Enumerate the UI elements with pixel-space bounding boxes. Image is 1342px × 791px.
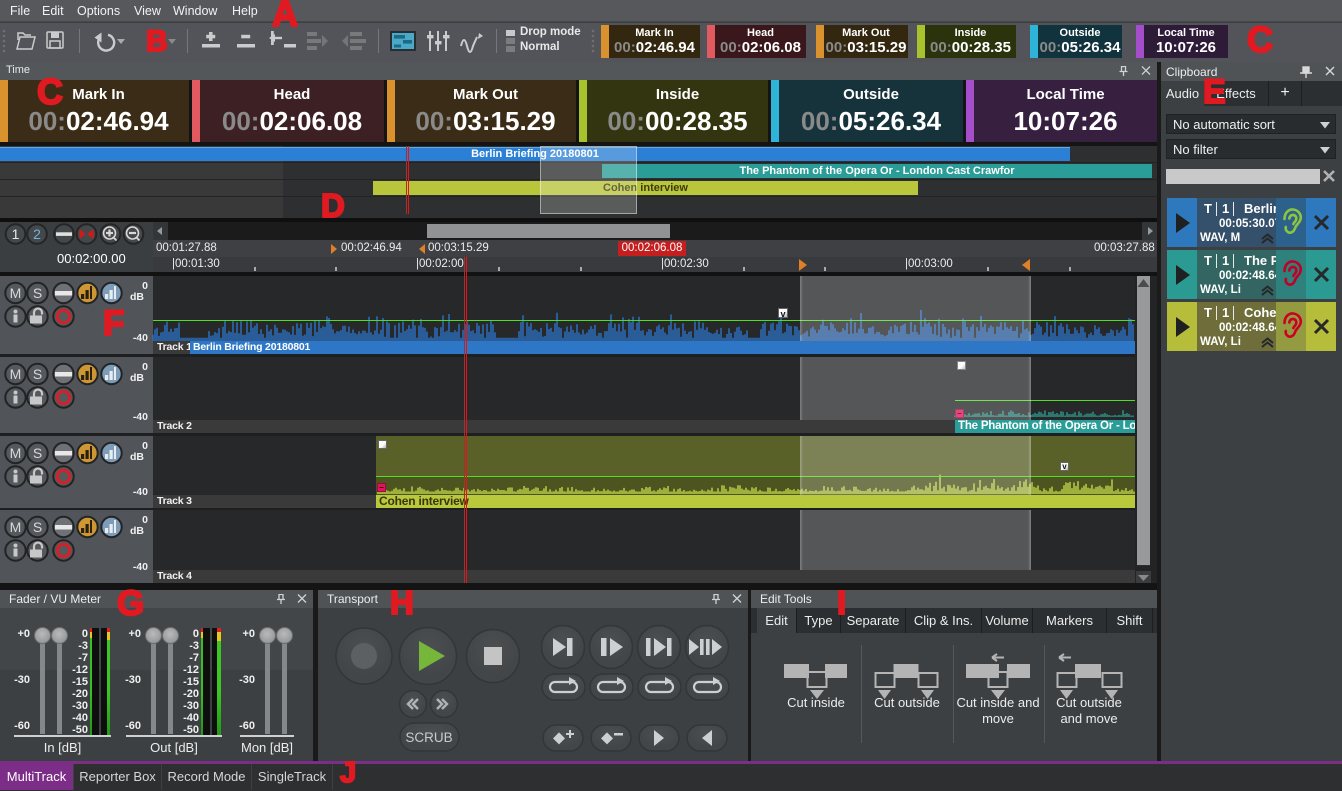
svg-text:2: 2 [33, 226, 41, 242]
svg-text:M: M [10, 519, 22, 535]
svg-text:S: S [33, 519, 42, 535]
svg-text:SCRUB: SCRUB [405, 730, 452, 745]
svg-text:1: 1 [12, 226, 20, 242]
svg-text:Cut inside: Cut inside [787, 695, 845, 710]
svg-text:Cut inside and: Cut inside and [956, 695, 1039, 710]
svg-text:move: move [982, 711, 1014, 726]
svg-text:Cut outside: Cut outside [874, 695, 940, 710]
svg-text:Cut outside: Cut outside [1056, 695, 1122, 710]
svg-text:and move: and move [1060, 711, 1117, 726]
